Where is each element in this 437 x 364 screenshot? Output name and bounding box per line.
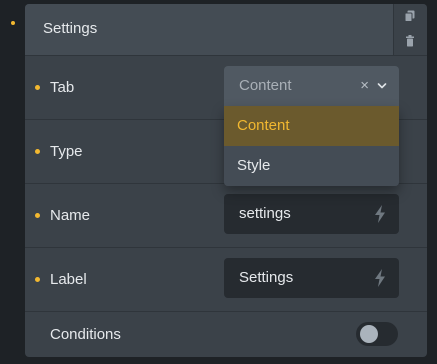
dropdown-option-style[interactable]: Style xyxy=(224,146,399,186)
name-input-value: settings xyxy=(239,205,291,222)
tab-select[interactable]: Content × xyxy=(224,66,399,106)
field-row-label: Label Settings xyxy=(25,248,427,312)
dynamic-data-bolt-icon[interactable] xyxy=(373,269,387,287)
trash-icon[interactable] xyxy=(404,35,416,47)
panel-title: Settings xyxy=(43,20,98,37)
chevron-down-icon[interactable] xyxy=(377,81,387,91)
field-indicator-dot xyxy=(35,277,40,282)
field-indicator-dot xyxy=(35,149,40,154)
panel-header[interactable]: Settings xyxy=(25,4,394,56)
copy-icon[interactable] xyxy=(404,10,416,22)
dynamic-data-bolt-icon[interactable] xyxy=(373,205,387,223)
field-label-label: Label xyxy=(50,271,87,288)
label-input[interactable]: Settings xyxy=(224,258,399,298)
label-input-value: Settings xyxy=(239,269,294,286)
settings-panel: Settings Tab Type Name settings Label Se… xyxy=(25,4,427,357)
field-indicator-dot xyxy=(35,213,40,218)
indicator-dot xyxy=(11,21,15,25)
settings-root: Settings Tab Type Name settings Label Se… xyxy=(0,0,437,364)
field-row-conditions: Conditions xyxy=(25,312,427,357)
panel-actions xyxy=(394,4,427,56)
field-label-conditions: Conditions xyxy=(50,326,121,343)
tab-select-value: Content xyxy=(239,77,292,94)
dropdown-option-label: Content xyxy=(237,117,290,134)
field-indicator-dot xyxy=(35,85,40,90)
dropdown-option-content[interactable]: Content xyxy=(224,106,399,146)
clear-icon[interactable]: × xyxy=(360,77,369,94)
name-input[interactable]: settings xyxy=(224,194,399,234)
field-label-type: Type xyxy=(50,143,83,160)
toggle-knob xyxy=(360,325,378,343)
field-label-name: Name xyxy=(50,207,91,224)
field-label-tab: Tab xyxy=(50,79,75,96)
conditions-toggle[interactable] xyxy=(356,322,398,346)
dropdown-option-label: Style xyxy=(237,157,271,174)
field-row-name: Name settings xyxy=(25,184,427,248)
tab-select-dropdown: Content Style xyxy=(224,106,399,186)
